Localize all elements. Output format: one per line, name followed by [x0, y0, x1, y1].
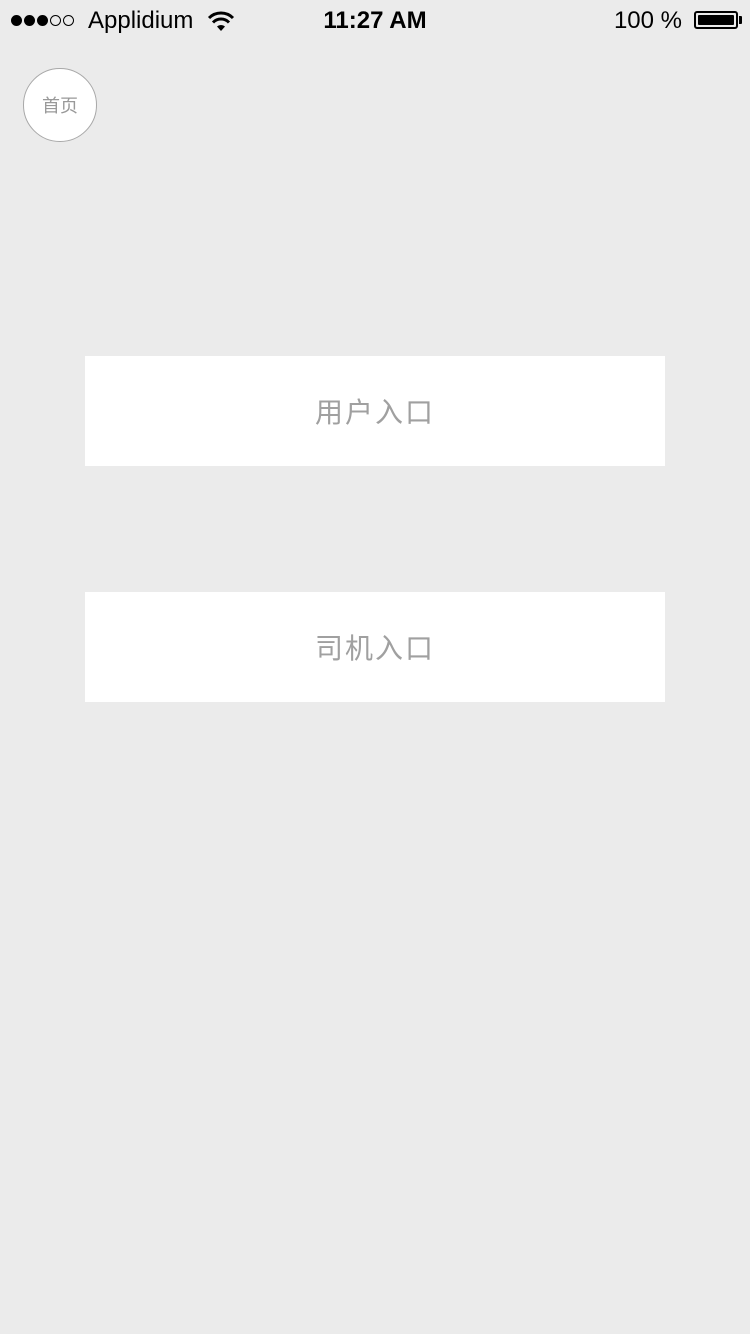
battery-cap: [739, 16, 742, 24]
user-entry-button[interactable]: 用户入口: [85, 356, 665, 466]
driver-entry-label: 司机入口: [314, 633, 435, 664]
battery-percent: 100 %: [613, 7, 682, 34]
battery-icon: [694, 11, 738, 29]
home-button[interactable]: 首页: [23, 68, 97, 142]
driver-entry-button[interactable]: 司机入口: [85, 592, 665, 702]
home-button-label: 首页: [42, 96, 78, 116]
user-entry-label: 用户入口: [314, 397, 435, 428]
status-bar: Applidium 11:27 AM 100 %: [0, 0, 750, 40]
